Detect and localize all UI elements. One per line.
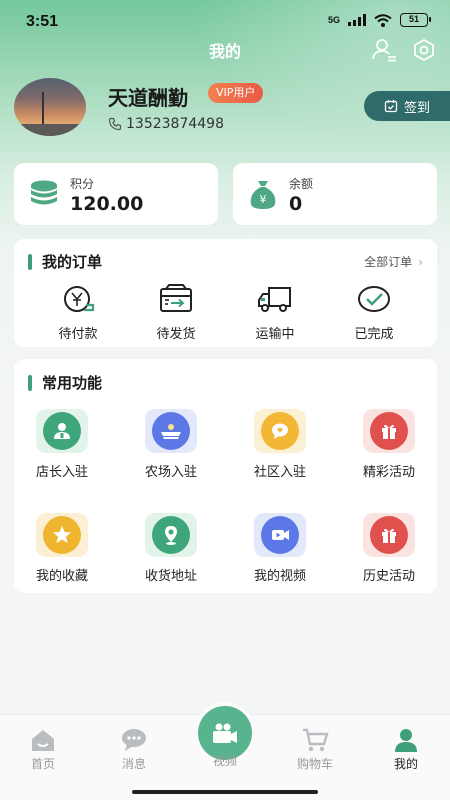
func-label: 农场入驻 [144,465,197,480]
func-shipping-address[interactable]: 收货地址 [123,513,219,584]
func-label: 我的视频 [253,569,306,584]
order-label: 待发货 [156,327,196,342]
check-circle-icon [358,286,390,312]
tab-messages[interactable]: 消息 [99,727,169,772]
order-in-transit[interactable]: 运输中 [235,283,315,342]
points-card[interactable]: 积分 120.00 [14,163,218,225]
battery-icon: 51 [400,13,431,27]
user-profile-icon[interactable] [370,36,398,64]
order-pending-payment[interactable]: 待付款 [38,283,118,342]
calendar-check-icon [384,100,398,113]
points-label: 积分 [70,177,95,191]
message-icon [122,729,146,751]
tab-label: 购物车 [296,757,333,771]
tab-label: 首页 [30,757,55,771]
all-orders-label: 全部订单 [364,255,413,269]
balance-card[interactable]: ¥ 余额 0 [233,163,437,225]
coin-stack-icon [31,180,57,205]
all-orders-link[interactable]: 全部订单 › [364,253,423,270]
avatar[interactable] [14,78,86,136]
tab-home[interactable]: 首页 [8,727,78,772]
network-type: 5G [327,15,340,25]
checkin-button[interactable]: 签到 [364,91,450,121]
gift-icon [370,412,408,450]
balance-label: 余额 [289,177,314,191]
func-my-videos[interactable]: 我的视频 [232,513,328,584]
signal-icon [348,14,366,26]
functions-title: 常用功能 [28,372,102,393]
home-indicator [132,790,318,794]
func-store-manager[interactable]: 店长入驻 [14,409,110,480]
order-label: 待付款 [58,327,98,342]
order-label: 运输中 [255,327,295,342]
functions-title-text: 常用功能 [42,374,103,392]
tab-label: 我的 [393,757,418,771]
func-label: 店长入驻 [35,465,88,480]
func-tile [363,513,415,557]
func-tile [36,513,88,557]
store-manager-icon [43,412,81,450]
func-label: 精彩活动 [362,465,415,480]
phone-row: 13523874498 [108,116,224,132]
func-tile [363,409,415,453]
gift-icon [370,516,408,554]
functions-card: 常用功能 店长入驻 农场入驻 社区入驻 精彩活动 我的收藏 收货地址 我的视频 … [14,359,437,593]
wifi-icon [374,13,392,27]
tab-video-label: 视频 [212,754,237,768]
cart-icon [303,728,329,752]
func-label: 我的收藏 [35,569,88,584]
video-icon [261,516,299,554]
chevron-right-icon: › [418,254,423,269]
community-icon [261,412,299,450]
status-indicators: 5G 51 [327,13,431,27]
status-time: 3:51 [26,13,59,30]
phone-icon [108,117,122,131]
func-tile [36,409,88,453]
func-community[interactable]: 社区入驻 [232,409,328,480]
title-accent-bar [28,374,32,391]
order-label: 已完成 [354,327,394,342]
money-bag-icon: ¥ [250,181,276,209]
phone-number: 13523874498 [126,116,224,132]
tab-label: 消息 [121,757,146,771]
profile-icon [395,729,417,752]
func-tile [145,513,197,557]
truck-icon [258,287,291,312]
star-icon [43,516,81,554]
user-name: 天道酬勤 [108,86,188,110]
settings-icon[interactable] [410,36,438,64]
func-featured-events[interactable]: 精彩活动 [341,409,437,480]
title-accent-bar [28,253,32,270]
home-icon [32,730,54,751]
func-tile [254,513,306,557]
farm-icon [152,412,190,450]
orders-title-text: 我的订单 [42,253,103,271]
func-farm[interactable]: 农场入驻 [123,409,219,480]
order-pending-shipment[interactable]: 待发货 [136,283,216,342]
package-icon [160,284,192,312]
func-label: 历史活动 [362,569,415,584]
location-icon [152,516,190,554]
func-tile [145,409,197,453]
balance-value: 0 [289,193,303,215]
orders-card: 我的订单 全部订单 › 待付款 待发货 运输中 已完成 [14,239,437,347]
wallet-yen-icon [64,286,95,312]
order-completed[interactable]: 已完成 [334,283,414,342]
func-past-events[interactable]: 历史活动 [341,513,437,584]
func-favorites[interactable]: 我的收藏 [14,513,110,584]
points-value: 120.00 [70,193,144,215]
vip-badge: VIP用户 [208,83,264,103]
orders-title: 我的订单 [28,251,102,272]
func-label: 收货地址 [144,569,197,584]
checkin-label: 签到 [403,100,430,116]
video-camera-icon [213,723,237,743]
func-tile [254,409,306,453]
svg-text:¥: ¥ [260,193,267,206]
func-label: 社区入驻 [253,465,306,480]
tab-profile[interactable]: 我的 [371,727,441,772]
tab-cart[interactable]: 购物车 [280,727,350,772]
